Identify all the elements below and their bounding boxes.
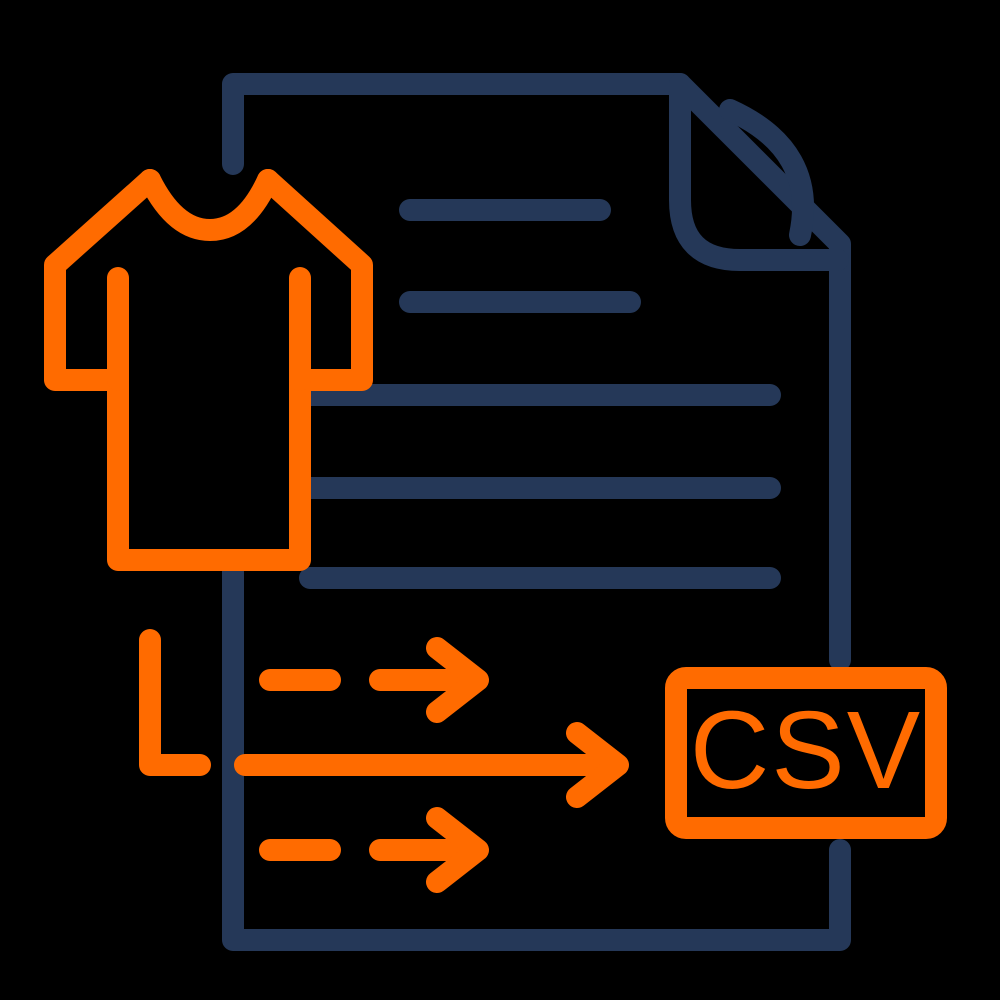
illustration-svg	[0, 0, 1000, 1000]
export-arrows-icon	[150, 640, 618, 882]
csv-badge-label: CSV	[686, 680, 926, 820]
tshirt-icon	[55, 180, 362, 560]
export-to-csv-illustration: CSV	[0, 0, 1000, 1000]
